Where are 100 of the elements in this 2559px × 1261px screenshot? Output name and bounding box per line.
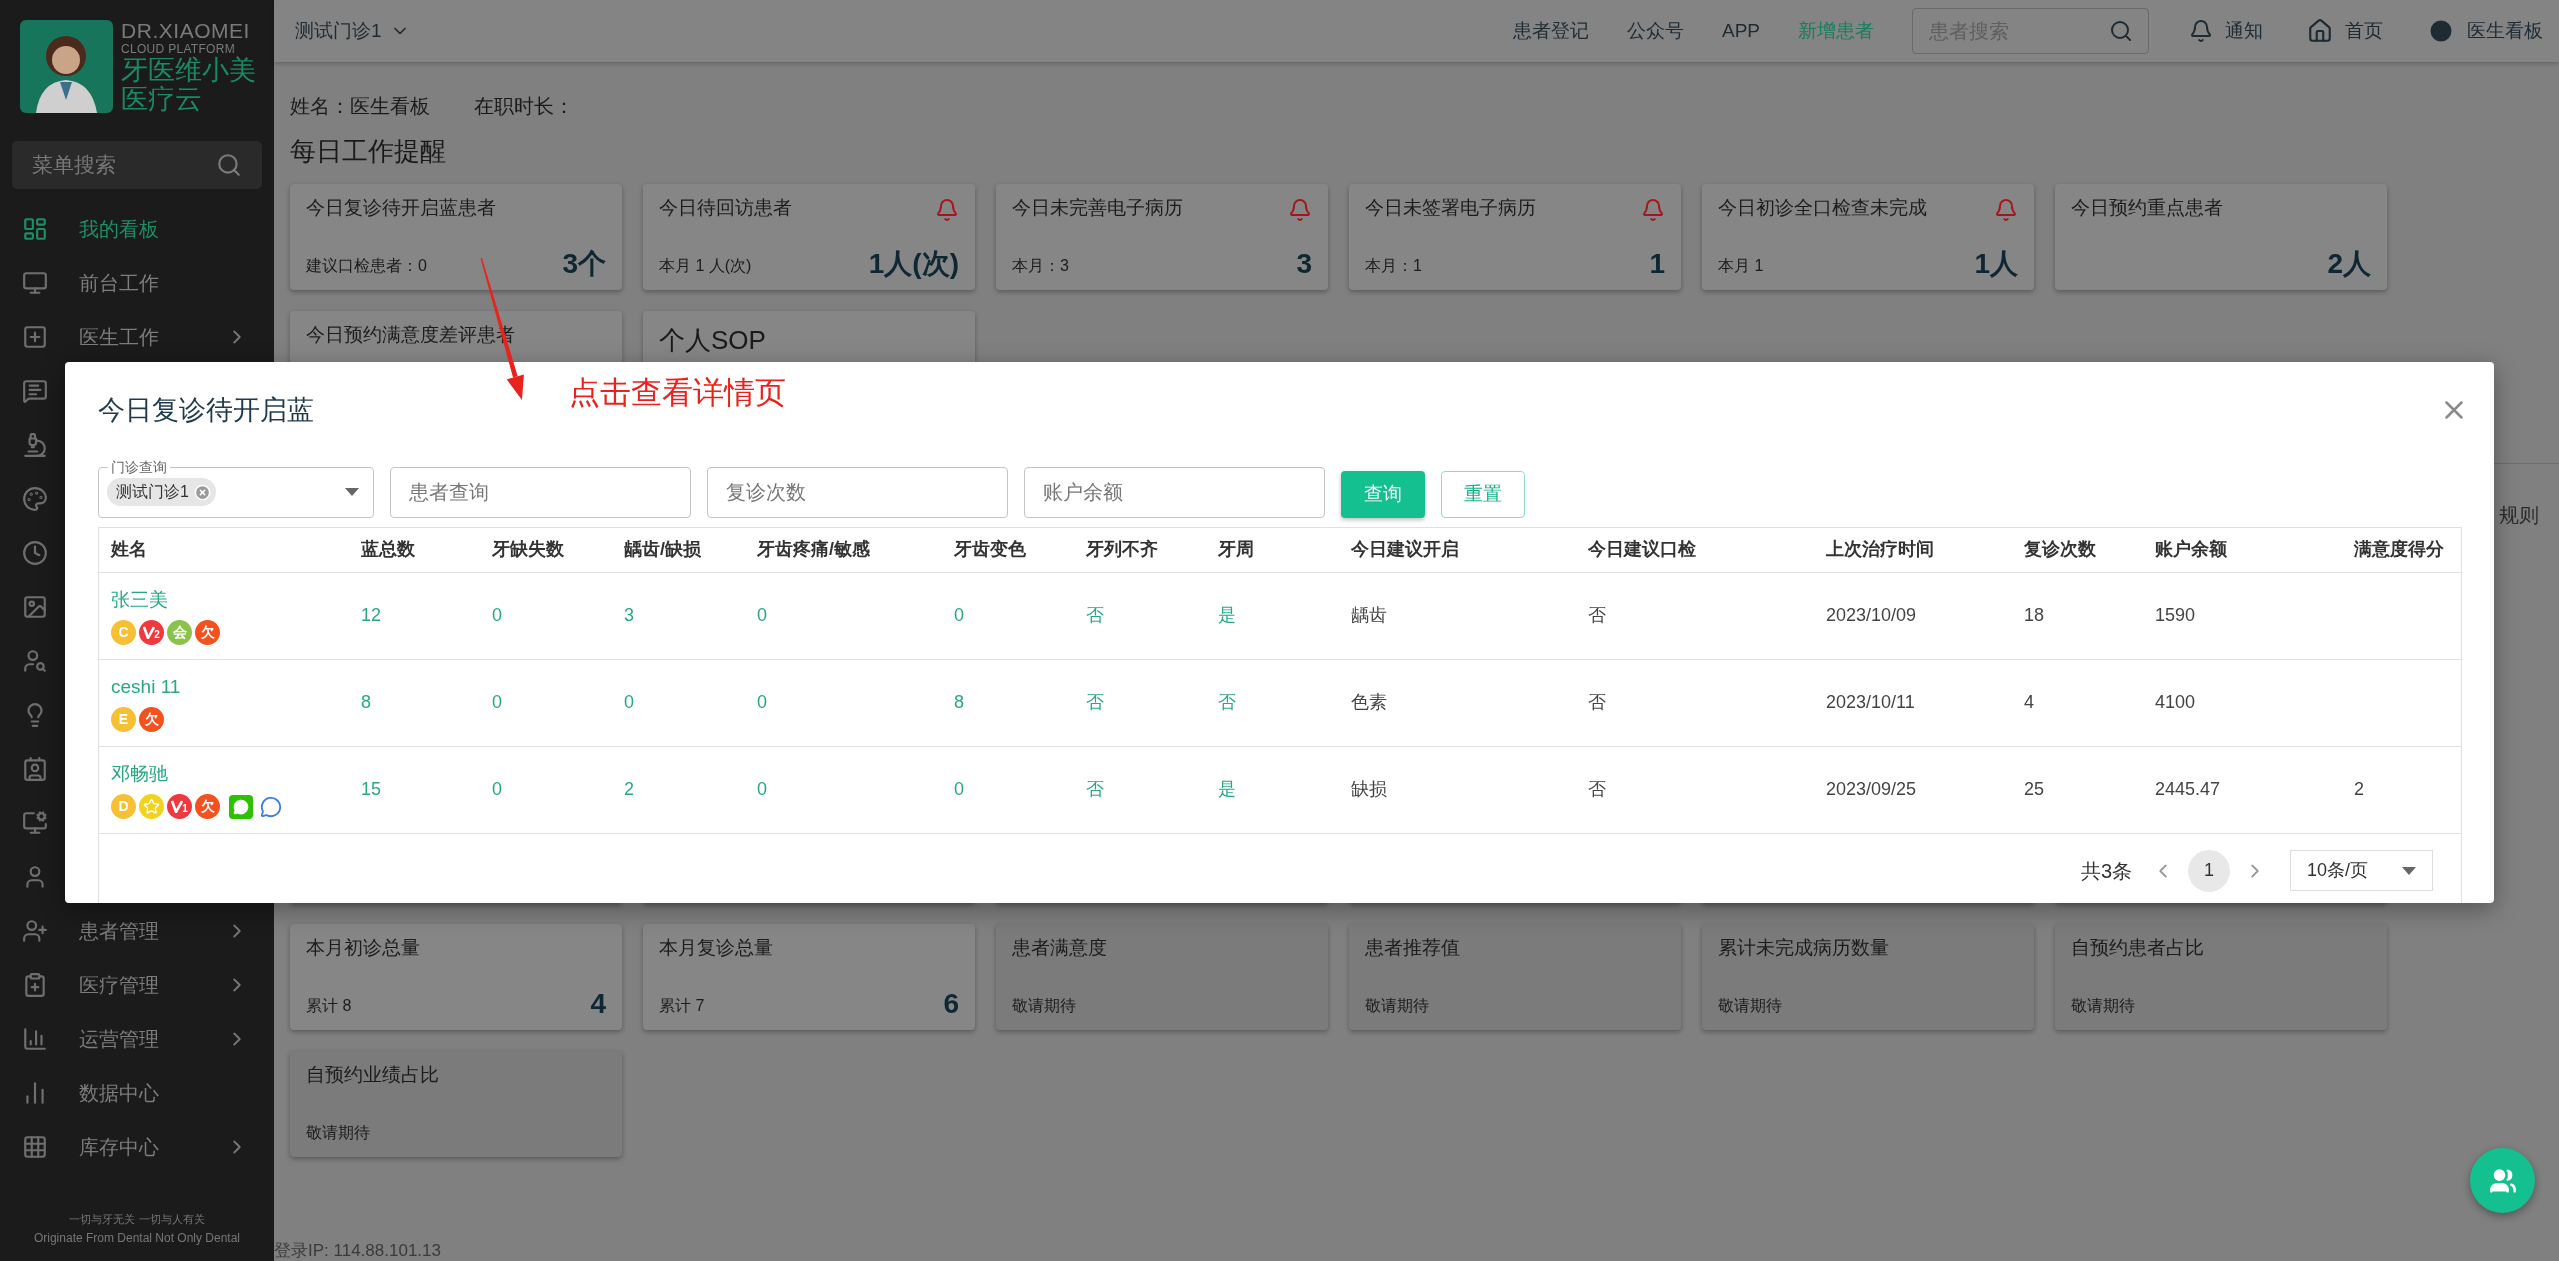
card-title: 本月初诊总量 — [306, 936, 420, 960]
table-cell-text: 2023/10/09 — [1825, 604, 1917, 627]
column-header: 满意度得分 — [2353, 538, 2445, 561]
card-value: 6 — [943, 990, 959, 1018]
card-title: 今日未签署电子病历 — [1365, 196, 1536, 220]
table-cell-text: 0 — [491, 778, 502, 801]
card-value: 1人 — [1974, 250, 2018, 278]
modal-title: 今日复诊待开启蓝 — [98, 394, 314, 427]
card-subtitle: 累计 8 — [306, 996, 352, 1016]
card-subtitle: 累计 7 — [659, 996, 705, 1016]
annotation-text: 点击查看详情页 — [569, 374, 786, 412]
table-cell-text: 是 — [1217, 604, 1236, 627]
card-subtitle: 敬请期待 — [1012, 996, 1076, 1016]
table-cell-text: 否 — [1587, 691, 1606, 714]
table-cell-text: 龋齿 — [1350, 604, 1387, 627]
table-cell-text: 0 — [756, 778, 767, 801]
card-value: 3 — [1296, 250, 1312, 278]
table-cell-text: 0 — [491, 691, 502, 714]
vip-badge: 2 — [139, 620, 164, 646]
table-cell-text: 3 — [623, 604, 634, 627]
table-cell-text: 8 — [360, 691, 371, 714]
card-title: 今日初诊全口检查未完成 — [1718, 196, 1927, 220]
card-subtitle: 敬请期待 — [1365, 996, 1429, 1016]
table-cell-text: 2 — [2353, 778, 2364, 801]
column-header: 牙齿变色 — [953, 538, 1027, 561]
card-title: 今日复诊待开启蓝患者 — [306, 196, 496, 220]
table-cell-text: 缺损 — [1350, 778, 1387, 801]
table-cell-text: 0 — [953, 604, 964, 627]
card-subtitle: 本月 1 人(次) — [659, 256, 752, 276]
tag-badge: 会 — [167, 620, 192, 646]
table-cell-text: 否 — [1217, 691, 1236, 714]
column-header: 今日建议开启 — [1350, 538, 1460, 561]
column-header: 今日建议口检 — [1587, 538, 1697, 561]
table-cell-text: 18 — [2023, 604, 2045, 627]
tag-badge: 欠 — [195, 620, 220, 646]
column-header: 牙周 — [1217, 538, 1255, 561]
card-title: 患者推荐值 — [1365, 936, 1460, 960]
table-cell-text: 2 — [623, 778, 634, 801]
table-cell-text: 否 — [1085, 778, 1104, 801]
card-title: 个人SOP — [659, 325, 766, 355]
card-title: 今日未完善电子病历 — [1012, 196, 1183, 220]
slogan: Originate From Dental Not Only Dental — [33, 1230, 241, 1247]
column-header: 上次治疗时间 — [1825, 538, 1935, 561]
tag-badge: D — [111, 794, 136, 820]
card-value: 2人 — [2327, 250, 2371, 278]
card-value: 3个 — [562, 250, 606, 278]
table-cell-text: 0 — [756, 604, 767, 627]
column-header: 复诊次数 — [2023, 538, 2097, 561]
logo-brand: 医疗云 — [121, 86, 203, 113]
table-cell-text: 0 — [756, 691, 767, 714]
card-subtitle: 敬请期待 — [2071, 996, 2135, 1016]
card-title: 自预约业绩占比 — [306, 1063, 439, 1087]
table-cell-text: 25 — [2023, 778, 2045, 801]
table-cell-text: 否 — [1085, 691, 1104, 714]
slogan: 一切与牙无关 一切与人有关 — [69, 1211, 205, 1227]
profile-tenure: 在职时长： — [474, 94, 574, 119]
card-title: 今日预约重点患者 — [2071, 196, 2223, 220]
profile-name: 姓名：医生看板 — [290, 94, 430, 119]
column-header: 牙齿疼痛/敏感 — [756, 538, 871, 561]
logo-brand: 牙医维小美 — [121, 57, 256, 84]
tag-badge: E — [111, 707, 136, 733]
section-title: 规则 — [2499, 503, 2539, 528]
column-header: 蓝总数 — [360, 538, 416, 561]
column-header: 龋齿/缺损 — [623, 538, 702, 561]
logo-title: DR.XIAOMEI — [121, 20, 251, 41]
table-cell-text: 4 — [2023, 691, 2034, 714]
column-header: 账户余额 — [2154, 538, 2228, 561]
card-subtitle: 本月 1 — [1718, 256, 1764, 276]
table-cell-text: 否 — [1587, 778, 1606, 801]
logo-subtitle: CLOUD PLATFORM — [121, 43, 236, 55]
column-header: 牙列不齐 — [1085, 538, 1159, 561]
card-title: 本月复诊总量 — [659, 936, 773, 960]
table-cell-text: 4100 — [2154, 691, 2196, 714]
table-cell-text: 是 — [1217, 778, 1236, 801]
table-cell-text: 15 — [360, 778, 382, 801]
card-subtitle: 本月：1 — [1365, 256, 1422, 276]
card-title: 自预约患者占比 — [2071, 936, 2204, 960]
table-cell-text: 1590 — [2154, 604, 2196, 627]
login-ip: 登录IP: 114.88.101.13 — [274, 1241, 441, 1261]
table-cell-text: 0 — [953, 778, 964, 801]
tag-badge: 欠 — [139, 707, 164, 733]
table-cell-text: 2023/10/11 — [1825, 691, 1915, 714]
card-value: 1 — [1649, 250, 1665, 278]
table-cell-text: 2023/09/25 — [1825, 778, 1917, 801]
card-subtitle: 本月：3 — [1012, 256, 1069, 276]
table-cell-text: 否 — [1085, 604, 1104, 627]
card-title: 患者满意度 — [1012, 936, 1107, 960]
table-cell-text: 否 — [1587, 604, 1606, 627]
card-subtitle: 敬请期待 — [1718, 996, 1782, 1016]
column-header: 姓名 — [109, 538, 148, 561]
vip-badge: 1 — [167, 794, 192, 820]
card-subtitle: 建议口检患者：0 — [306, 256, 427, 276]
table-cell-text: 0 — [491, 604, 502, 627]
table-cell-text: 12 — [360, 604, 382, 627]
tag-badge: 欠 — [195, 794, 220, 820]
section-title: 每日工作提醒 — [290, 135, 447, 168]
card-subtitle: 敬请期待 — [306, 1123, 370, 1143]
card-value: 4 — [590, 990, 606, 1018]
total-count: 共3条 — [2080, 858, 2132, 884]
table-cell-text: 2445.47 — [2154, 778, 2221, 801]
